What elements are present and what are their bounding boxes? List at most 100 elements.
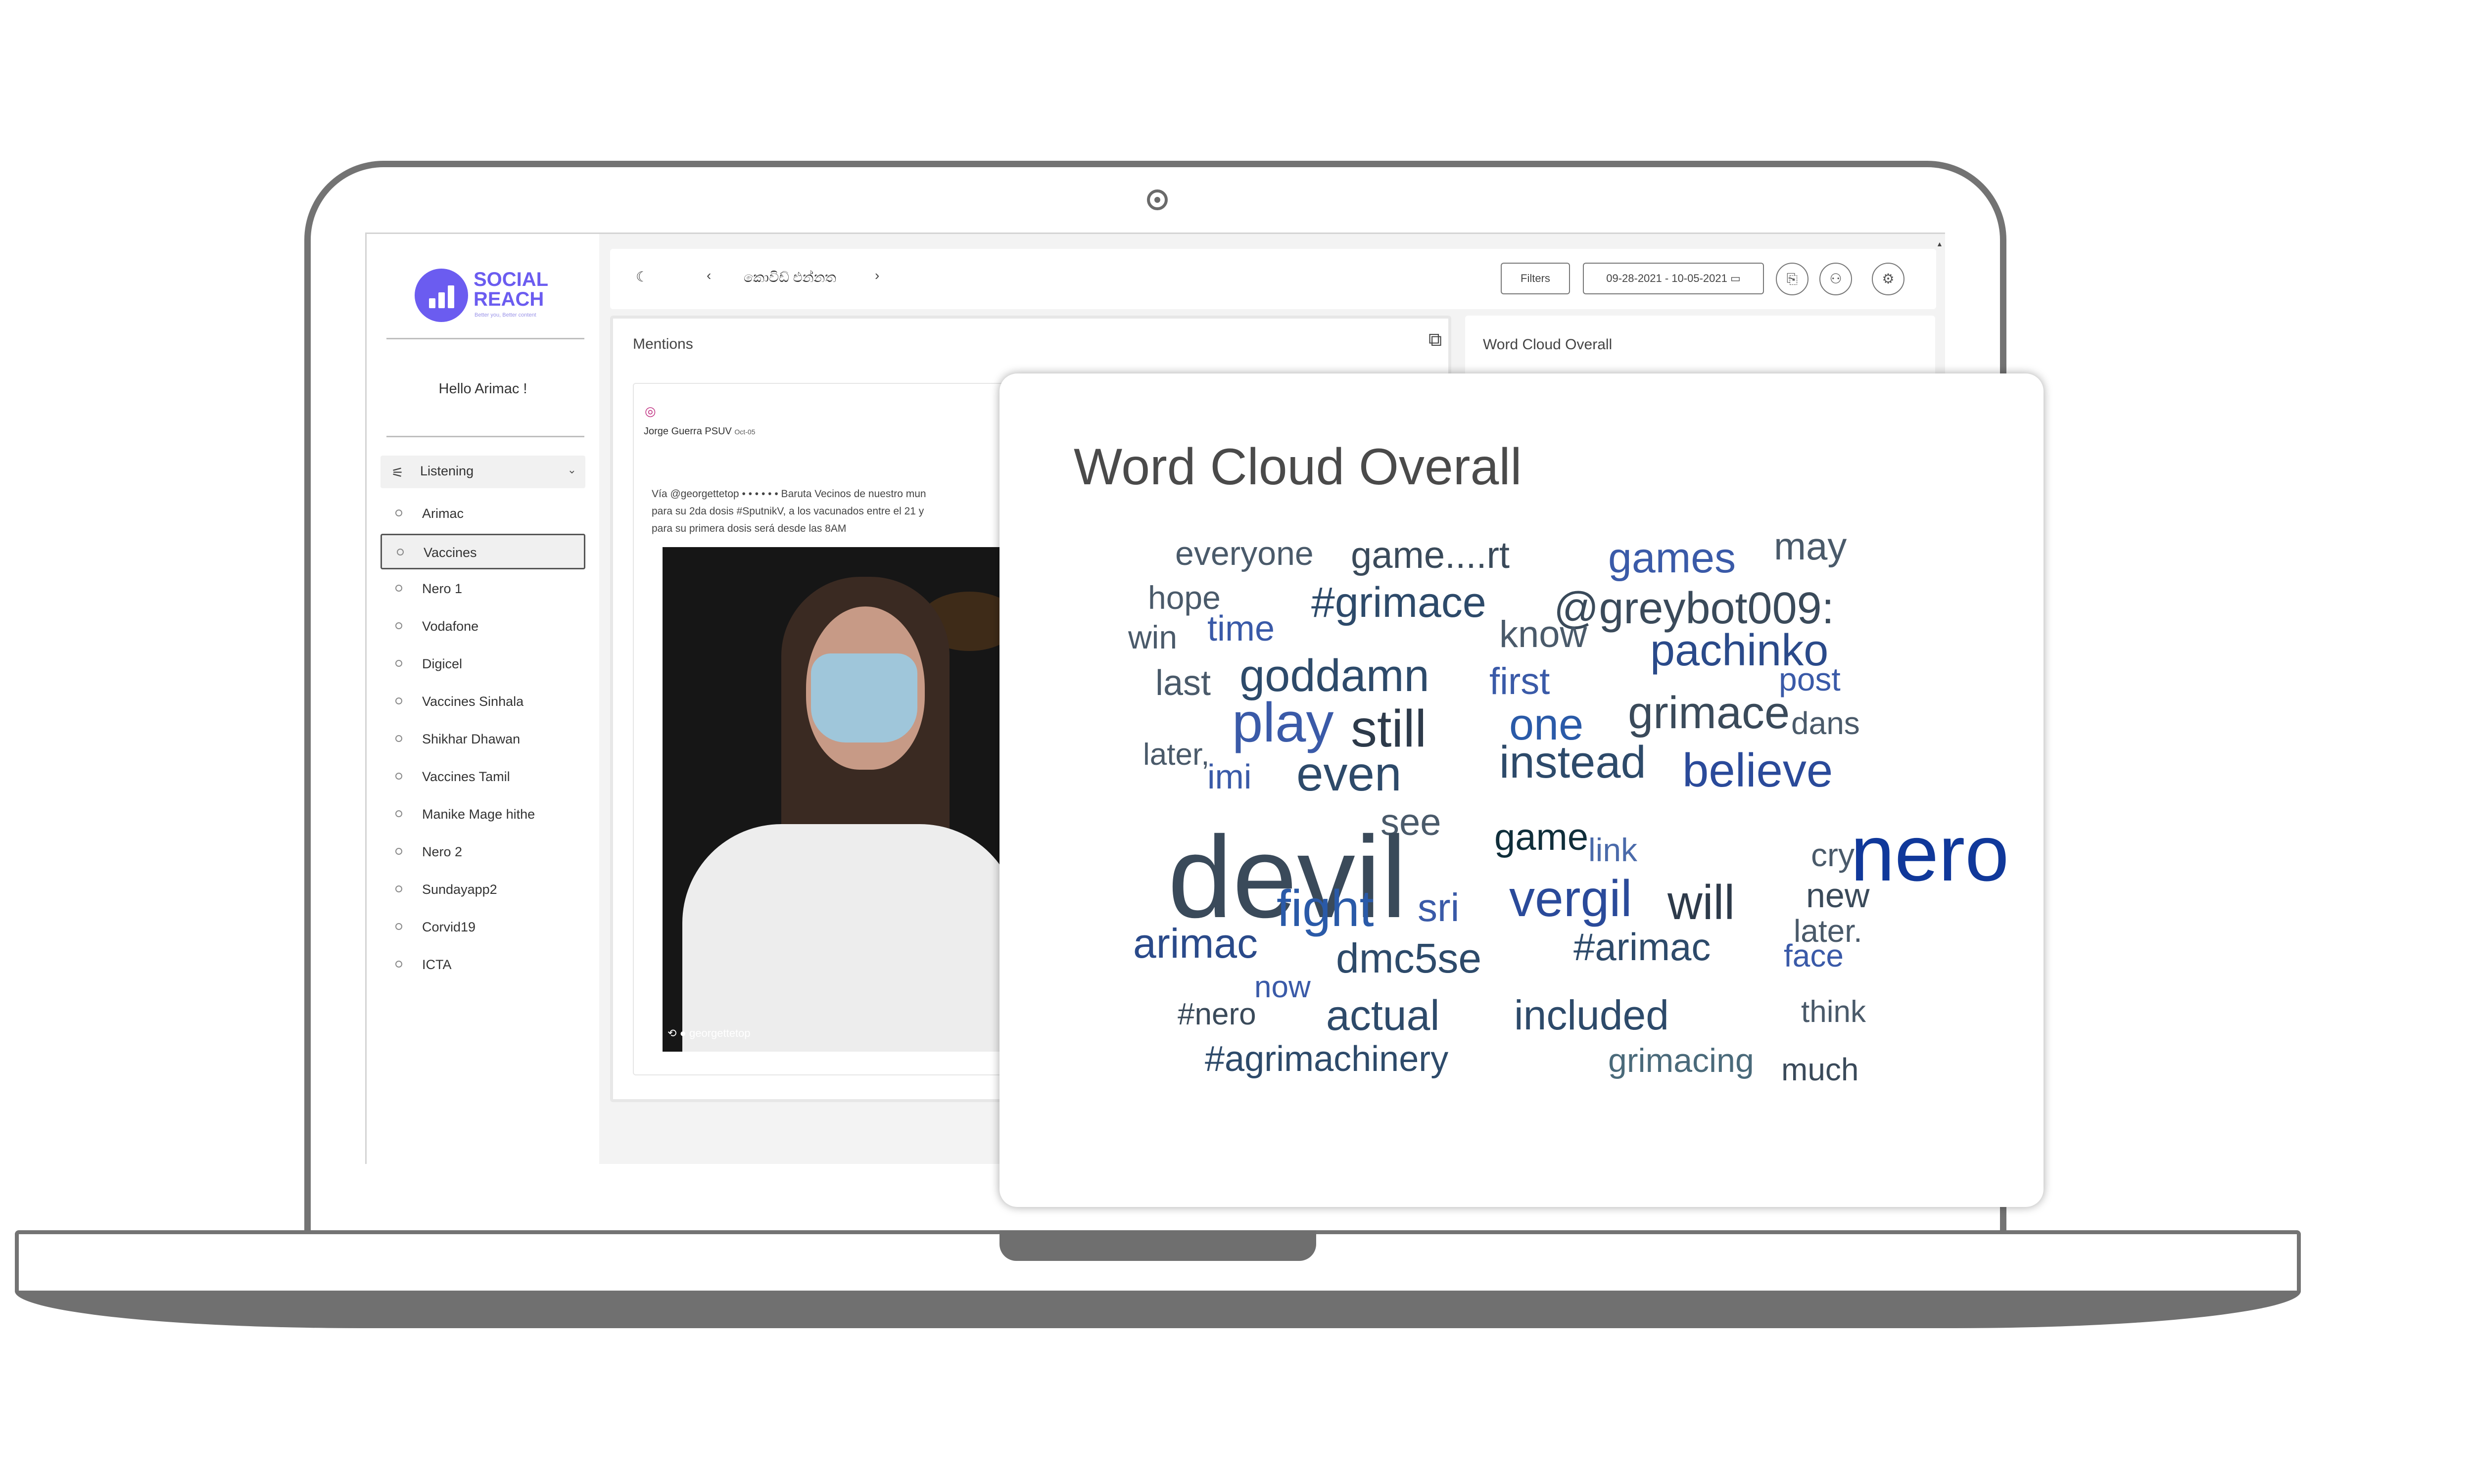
word-cloud-word: last — [1155, 663, 1211, 703]
word-cloud-word: imi — [1207, 757, 1252, 796]
moon-icon[interactable]: ☾ — [636, 269, 648, 285]
mentions-title: Mentions — [633, 336, 693, 352]
sidebar-item[interactable]: Vaccines Tamil — [381, 759, 585, 795]
word-cloud-word: later, — [1143, 738, 1210, 772]
circle-icon — [397, 549, 404, 556]
word-cloud-word: believe — [1682, 744, 1833, 797]
sidebar-item-label: Vaccines Tamil — [422, 769, 510, 784]
word-cloud-word: will — [1667, 875, 1735, 929]
word-cloud-word: even — [1296, 746, 1402, 801]
sidebar-item[interactable]: ICTA — [381, 947, 585, 983]
word-cloud-word: link — [1588, 832, 1638, 868]
topic-title: කොවිඩ් එන්නත — [744, 270, 836, 285]
filters-button[interactable]: Filters — [1501, 263, 1570, 294]
greeting: Hello Arimac ! — [438, 381, 527, 397]
calendar-icon: ▭ — [1730, 272, 1741, 284]
instagram-icon: ◎ — [645, 404, 656, 418]
sidebar-item[interactable]: Vodafone — [381, 609, 585, 645]
external-link-icon[interactable]: ⧉ — [1428, 329, 1442, 351]
word-cloud-word: win — [1128, 619, 1178, 655]
post-date: Oct-05 — [734, 428, 756, 436]
circle-icon — [395, 697, 402, 704]
export-file-icon[interactable]: ⎘ — [1776, 263, 1808, 295]
post-author: Jorge Guerra PSUV Oct-05 — [644, 426, 756, 437]
date-range-picker[interactable]: 09-28-2021 - 10-05-2021 ▭ — [1583, 263, 1764, 294]
sidebar-item[interactable]: Vaccines Sinhala — [381, 684, 585, 720]
sidebar-item[interactable]: Corvid19 — [381, 910, 585, 945]
sidebar-item-label: Nero 1 — [422, 581, 463, 596]
laptop-base-bottom — [15, 1291, 2301, 1328]
laptop-notch — [999, 1230, 1316, 1261]
circle-icon — [395, 923, 402, 930]
divider — [386, 338, 584, 339]
listening-dropdown[interactable]: ⚟ Listening ⌄ — [381, 456, 585, 488]
sidebar-item[interactable]: Digicel — [381, 647, 585, 682]
word-cloud-word: time — [1207, 609, 1275, 649]
sidebar-item-label: Arimac — [422, 506, 464, 521]
word-cloud-word: games — [1608, 534, 1736, 582]
sidebar-item-label: Manike Mage hithe — [422, 807, 535, 822]
word-cloud-word: think — [1801, 995, 1866, 1029]
logo-tagline: Better you, Better content — [475, 312, 536, 318]
word-cloud-word: dans — [1791, 705, 1860, 741]
word-cloud-word: grimace — [1628, 688, 1790, 738]
circle-icon — [395, 660, 402, 667]
circle-icon — [395, 773, 402, 780]
sidebar: SOCIAL REACH Better you, Better content H… — [367, 234, 599, 1164]
word-cloud-word: #arimac — [1573, 925, 1711, 969]
sidebar-item-label: Vodafone — [422, 619, 479, 634]
word-cloud-word: face — [1784, 938, 1844, 974]
word-cloud-card: Word Cloud Overall everyone game....rt gam… — [999, 373, 2044, 1207]
circle-icon — [395, 848, 402, 855]
word-cloud-word: new — [1806, 876, 1870, 915]
word-cloud-word: may — [1774, 524, 1847, 568]
date-range-value: 09-28-2021 - 10-05-2021 — [1606, 272, 1727, 284]
circle-icon — [395, 885, 402, 892]
word-cloud-word: know — [1499, 613, 1587, 655]
add-user-icon[interactable]: ⚇ — [1819, 263, 1852, 295]
settings-icon[interactable]: ⚙ — [1872, 263, 1904, 295]
sidebar-item[interactable]: Nero 1 — [381, 571, 585, 607]
sidebar-item[interactable]: Sundayapp2 — [381, 872, 585, 908]
word-cloud-word: @greybot009: — [1554, 584, 1834, 633]
sidebar-item-label: Corvid19 — [422, 920, 476, 934]
sidebar-item-label: ICTA — [422, 957, 452, 972]
word-cloud-title: Word Cloud Overall — [1074, 438, 1522, 496]
sidebar-item-label: Sundayapp2 — [422, 882, 497, 897]
sidebar-item-label: Vaccines — [424, 545, 477, 560]
circle-icon — [395, 961, 402, 968]
word-cloud-word: sri — [1418, 885, 1460, 929]
person-shirt — [682, 824, 1019, 1052]
sidebar-item[interactable]: Shikhar Dhawan — [381, 722, 585, 757]
word-cloud-word: dmc5se — [1336, 935, 1482, 981]
chevron-left-icon[interactable]: ‹ — [707, 268, 711, 283]
word-cloud-word: instead — [1499, 737, 1646, 788]
sidebar-item[interactable]: Manike Mage hithe — [381, 797, 585, 833]
sidebar-item[interactable]: Vaccines — [381, 534, 585, 569]
sidebar-item-label: Nero 2 — [422, 844, 463, 859]
word-cloud-word: everyone — [1175, 535, 1314, 572]
sidebar-item-label: Shikhar Dhawan — [422, 732, 521, 746]
circle-icon — [395, 510, 402, 516]
word-cloud-word: vergil — [1509, 870, 1632, 928]
circle-icon — [395, 810, 402, 817]
chevron-right-icon[interactable]: › — [875, 268, 879, 283]
word-cloud-word: #grimace — [1311, 579, 1486, 626]
word-cloud-word: game....rt — [1351, 534, 1510, 576]
listening-label: Listening — [420, 464, 474, 478]
word-cloud-word: actual — [1326, 992, 1440, 1039]
word-cloud-word: included — [1514, 992, 1669, 1038]
circle-icon — [395, 622, 402, 629]
circle-icon — [395, 585, 402, 592]
repost-icon: ⟲ — [667, 1027, 677, 1039]
word-cloud-word: arimac — [1133, 920, 1258, 967]
avatar: ● — [679, 1027, 686, 1039]
circle-icon — [395, 735, 402, 742]
scroll-up-icon[interactable]: ▲ — [1936, 240, 1943, 248]
video-caption: ⟲ ● georgettetop — [667, 1027, 751, 1039]
sidebar-item[interactable]: Nero 2 — [381, 835, 585, 870]
sidebar-item[interactable]: Arimac — [381, 496, 585, 532]
chevron-down-icon: ⌄ — [567, 464, 576, 476]
sidebar-item-label: Digicel — [422, 656, 463, 671]
logo-text: SOCIAL REACH — [474, 269, 549, 310]
